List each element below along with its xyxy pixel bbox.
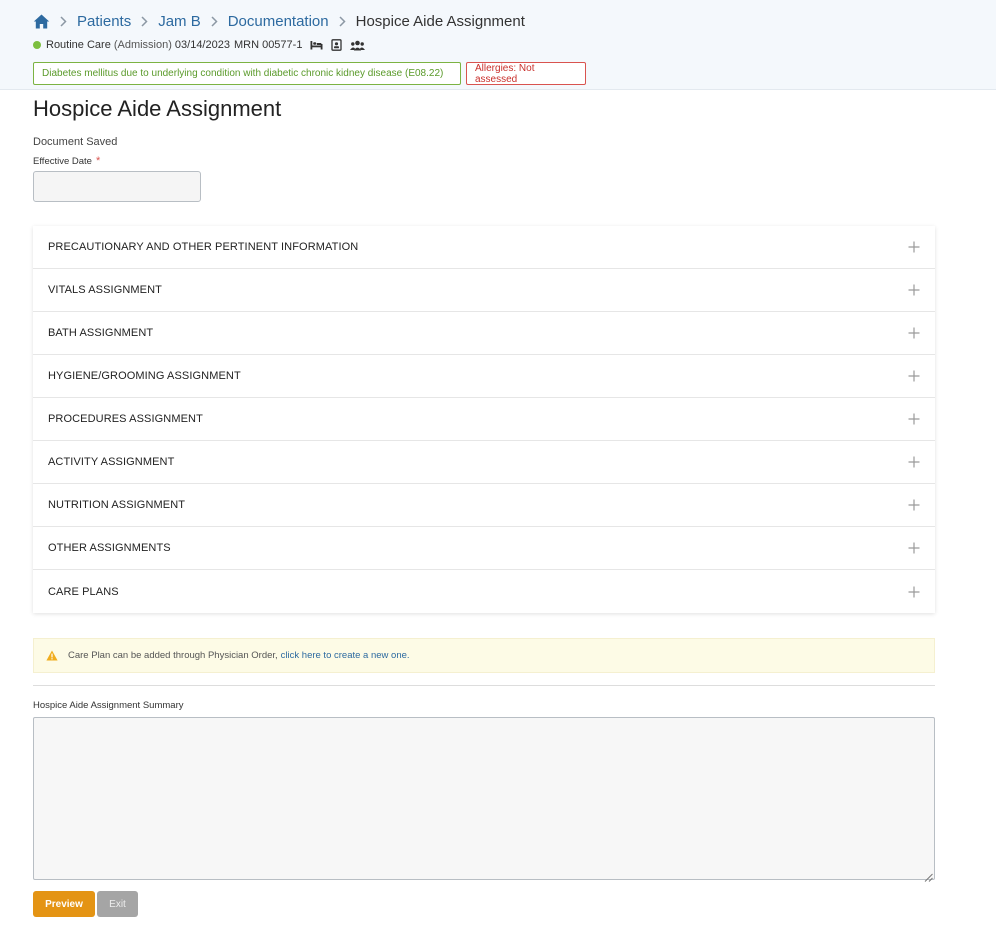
status-dot	[33, 41, 41, 49]
chevron-right-icon	[60, 15, 67, 27]
section-label: BATH ASSIGNMENT	[48, 327, 154, 339]
admission-date: 03/14/2023	[174, 39, 230, 51]
breadcrumb-patient-name[interactable]: Jam B	[158, 13, 201, 30]
section-vitals[interactable]: VITALS ASSIGNMENT	[33, 269, 935, 312]
section-procedures[interactable]: PROCEDURES ASSIGNMENT	[33, 398, 935, 441]
resize-handle-icon[interactable]	[924, 869, 933, 882]
section-label: CARE PLANS	[48, 585, 119, 598]
care-plan-alert: Care Plan can be added through Physician…	[33, 638, 935, 673]
plus-icon[interactable]	[908, 281, 920, 299]
plus-icon[interactable]	[908, 410, 920, 428]
breadcrumb-patients[interactable]: Patients	[77, 13, 131, 30]
plus-icon[interactable]	[908, 539, 920, 557]
section-label: NUTRITION ASSIGNMENT	[48, 499, 186, 511]
home-icon[interactable]	[33, 14, 50, 29]
required-mark: *	[95, 155, 101, 167]
effective-date-input[interactable]	[33, 171, 201, 202]
care-team-icon[interactable]	[350, 40, 366, 51]
patient-summary: Routine Care (Admission) 03/14/2023 MRN …	[33, 38, 366, 52]
assignment-sections: PRECAUTIONARY AND OTHER PERTINENT INFORM…	[33, 226, 935, 613]
plus-icon[interactable]	[908, 324, 920, 342]
section-hygiene-grooming[interactable]: HYGIENE/GROOMING ASSIGNMENT	[33, 355, 935, 398]
section-label: OTHER ASSIGNMENTS	[48, 542, 171, 554]
chevron-right-icon	[211, 15, 218, 27]
section-label: HYGIENE/GROOMING ASSIGNMENT	[48, 370, 241, 382]
effective-date-label-text: Effective Date	[33, 156, 92, 167]
breadcrumb: Patients Jam B Documentation Hospice Aid…	[33, 11, 525, 31]
divider	[33, 685, 935, 686]
breadcrumb-current: Hospice Aide Assignment	[355, 12, 525, 30]
section-care-plans[interactable]: CARE PLANS	[33, 570, 935, 613]
section-bath[interactable]: BATH ASSIGNMENT	[33, 312, 935, 355]
effective-date-label: Effective Date *	[33, 155, 100, 167]
plus-icon[interactable]	[908, 238, 920, 256]
alert-text: Care Plan can be added through Physician…	[68, 650, 278, 661]
care-level: Routine Care	[46, 39, 111, 51]
summary-label: Hospice Aide Assignment Summary	[33, 700, 184, 711]
breadcrumb-documentation[interactable]: Documentation	[228, 13, 329, 30]
contact-card-icon[interactable]	[331, 39, 343, 51]
section-other-assignments[interactable]: OTHER ASSIGNMENTS	[33, 527, 935, 570]
section-activity[interactable]: ACTIVITY ASSIGNMENT	[33, 441, 935, 484]
mrn: MRN 00577-1	[233, 39, 303, 51]
section-label: ACTIVITY ASSIGNMENT	[48, 456, 175, 468]
patient-header: Patients Jam B Documentation Hospice Aid…	[0, 0, 996, 90]
chevron-right-icon	[339, 15, 346, 27]
page-title: Hospice Aide Assignment	[33, 96, 282, 121]
plus-icon[interactable]	[908, 583, 920, 601]
chevron-right-icon	[141, 15, 148, 27]
section-label: PROCEDURES ASSIGNMENT	[48, 413, 203, 425]
plus-icon[interactable]	[908, 453, 920, 471]
section-label: VITALS ASSIGNMENT	[48, 284, 162, 296]
section-precautionary[interactable]: PRECAUTIONARY AND OTHER PERTINENT INFORM…	[33, 226, 935, 269]
summary-textarea[interactable]	[33, 717, 935, 880]
diagnosis-badge: Diabetes mellitus due to underlying cond…	[33, 62, 461, 85]
preview-button[interactable]: Preview	[33, 891, 95, 917]
plus-icon[interactable]	[908, 367, 920, 385]
exit-button[interactable]: Exit	[97, 891, 138, 917]
create-care-plan-link[interactable]: click here to create a new one.	[281, 650, 410, 661]
warning-icon	[46, 650, 58, 661]
plus-icon[interactable]	[908, 496, 920, 514]
allergies-badge: Allergies: Not assessed	[466, 62, 586, 85]
section-label: PRECAUTIONARY AND OTHER PERTINENT INFORM…	[48, 241, 359, 253]
bed-icon[interactable]	[310, 40, 323, 50]
section-nutrition[interactable]: NUTRITION ASSIGNMENT	[33, 484, 935, 527]
document-saved-status: Document Saved	[33, 136, 118, 148]
admission-status: (Admission)	[113, 39, 172, 51]
